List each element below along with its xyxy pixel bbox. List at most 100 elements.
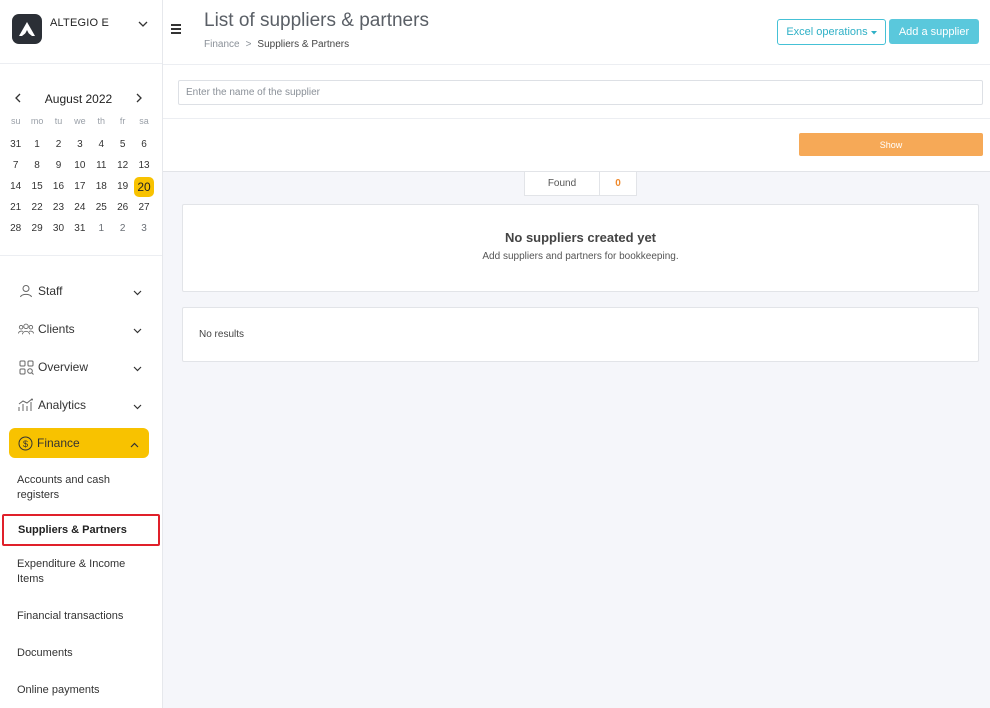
supplier-search-input[interactable]: [178, 80, 983, 105]
mini-calendar: August 2022 su mo tu we th fr sa 31 1 2 …: [0, 64, 162, 256]
user-icon: [18, 283, 34, 299]
weekday-label: we: [74, 116, 86, 126]
breadcrumb-finance-link[interactable]: Finance: [204, 39, 240, 50]
calendar-month-label: August 2022: [44, 92, 113, 106]
calendar-day[interactable]: 5: [112, 139, 133, 150]
weekday-label: mo: [30, 116, 44, 126]
calendar-day[interactable]: 31: [69, 223, 90, 234]
next-month-chevron-right-icon[interactable]: [136, 92, 142, 106]
chevron-down-icon: [133, 399, 142, 413]
calendar-day[interactable]: 13: [133, 160, 154, 171]
selected-day-number: 20: [134, 176, 155, 197]
calendar-day-next-month[interactable]: 2: [112, 223, 133, 234]
calendar-day[interactable]: 2: [48, 139, 69, 150]
calendar-week-row: 28 29 30 31 1 2 3: [5, 218, 162, 239]
nav-sub-online-payments[interactable]: Online payments: [0, 672, 162, 708]
chevron-down-icon: [133, 361, 142, 375]
chevron-down-icon[interactable]: [138, 16, 148, 30]
brand-name: ALTEGIO E: [50, 17, 110, 29]
caret-down-icon: [870, 26, 877, 38]
nav-sub-suppliers-partners[interactable]: Suppliers & Partners: [2, 514, 160, 546]
calendar-day[interactable]: 18: [91, 181, 112, 192]
calendar-day[interactable]: 19: [112, 181, 133, 192]
page-header: List of suppliers & partners Finance > S…: [163, 0, 990, 65]
no-results-text: No results: [199, 329, 245, 340]
calendar-week-row: 7 8 9 10 11 12 13: [5, 155, 162, 176]
calendar-week-row: 31 1 2 3 4 5 6: [5, 134, 162, 155]
breadcrumb-separator: >: [245, 39, 252, 50]
calendar-day[interactable]: 12: [112, 160, 133, 171]
sidebar: ALTEGIO E August 2022 su mo tu we th fr …: [0, 0, 163, 708]
calendar-day[interactable]: 17: [69, 181, 90, 192]
calendar-week-row: 21 22 23 24 25 26 27: [5, 197, 162, 218]
weekday-label: th: [97, 116, 106, 126]
brand-switcher[interactable]: ALTEGIO E: [0, 0, 162, 64]
breadcrumb: Finance > Suppliers & Partners: [204, 39, 349, 50]
calendar-day[interactable]: 31: [5, 139, 26, 150]
calendar-day[interactable]: 21: [5, 202, 26, 213]
calendar-day[interactable]: 4: [91, 139, 112, 150]
calendar-day[interactable]: 16: [48, 181, 69, 192]
excel-operations-label: Excel operations: [786, 26, 868, 38]
nav-item-clients[interactable]: Clients: [0, 310, 162, 348]
calendar-day[interactable]: 10: [69, 160, 90, 171]
overview-grid-icon: [18, 359, 34, 375]
calendar-day[interactable]: 11: [91, 160, 112, 171]
calendar-day[interactable]: 15: [26, 181, 47, 192]
calendar-day[interactable]: 25: [91, 202, 112, 213]
weekday-label: su: [10, 116, 21, 126]
nav-sub-accounts[interactable]: Accounts and cash registers: [0, 462, 162, 514]
weekday-label: sa: [139, 116, 149, 126]
empty-state-card: No suppliers created yet Add suppliers a…: [182, 204, 979, 292]
dollar-coin-icon: $: [17, 435, 33, 451]
found-counter: Found 0: [524, 172, 637, 196]
hamburger-menu-icon[interactable]: [171, 24, 181, 36]
calendar-day-next-month[interactable]: 1: [91, 223, 112, 234]
nav-item-overview[interactable]: Overview: [0, 348, 162, 386]
nav-sub-financial-transactions[interactable]: Financial transactions: [0, 598, 162, 635]
calendar-day[interactable]: 1: [26, 139, 47, 150]
add-supplier-button[interactable]: Add a supplier: [889, 19, 979, 44]
weekday-label: fr: [119, 116, 126, 126]
users-group-icon: [18, 321, 34, 337]
nav-label-analytics: Analytics: [38, 398, 87, 412]
svg-text:$: $: [22, 439, 27, 449]
nav-label-clients: Clients: [38, 322, 75, 336]
nav-sub-expenditure-income[interactable]: Expenditure & Income Items: [0, 546, 162, 598]
nav-label-finance: Finance: [37, 436, 80, 450]
calendar-day[interactable]: 23: [48, 202, 69, 213]
empty-state-subtitle: Add suppliers and partners for bookkeepi…: [482, 251, 679, 262]
show-button[interactable]: Show: [799, 133, 983, 156]
found-label: Found: [525, 172, 600, 195]
calendar-weekday-row: su mo tu we th fr sa: [5, 114, 162, 128]
calendar-day[interactable]: 29: [26, 223, 47, 234]
calendar-day[interactable]: 24: [69, 202, 90, 213]
calendar-day[interactable]: 30: [48, 223, 69, 234]
calendar-day-selected[interactable]: 20: [133, 176, 155, 197]
calendar-day-next-month[interactable]: 3: [133, 223, 154, 234]
calendar-day[interactable]: 3: [69, 139, 90, 150]
chevron-up-icon: [130, 437, 139, 451]
calendar-day[interactable]: 14: [5, 181, 26, 192]
altegio-logo-icon: [12, 14, 42, 44]
weekday-label: tu: [54, 116, 63, 126]
nav-item-analytics[interactable]: Analytics: [0, 386, 162, 424]
chevron-down-icon: [133, 285, 142, 299]
nav-item-staff[interactable]: Staff: [0, 272, 162, 310]
calendar-day[interactable]: 7: [5, 160, 26, 171]
excel-operations-button[interactable]: Excel operations: [777, 19, 886, 45]
calendar-day[interactable]: 22: [26, 202, 47, 213]
nav-item-finance[interactable]: $ Finance: [9, 428, 149, 458]
calendar-day[interactable]: 9: [48, 160, 69, 171]
nav-sub-documents[interactable]: Documents: [0, 635, 162, 672]
chevron-down-icon: [133, 323, 142, 337]
page-title: List of suppliers & partners: [204, 10, 429, 31]
calendar-day[interactable]: 6: [133, 139, 154, 150]
calendar-day[interactable]: 27: [133, 202, 154, 213]
prev-month-chevron-left-icon[interactable]: [15, 92, 21, 106]
calendar-day[interactable]: 28: [5, 223, 26, 234]
nav-label-overview: Overview: [38, 360, 89, 374]
breadcrumb-current: Suppliers & Partners: [257, 39, 350, 50]
calendar-day[interactable]: 8: [26, 160, 47, 171]
calendar-day[interactable]: 26: [112, 202, 133, 213]
